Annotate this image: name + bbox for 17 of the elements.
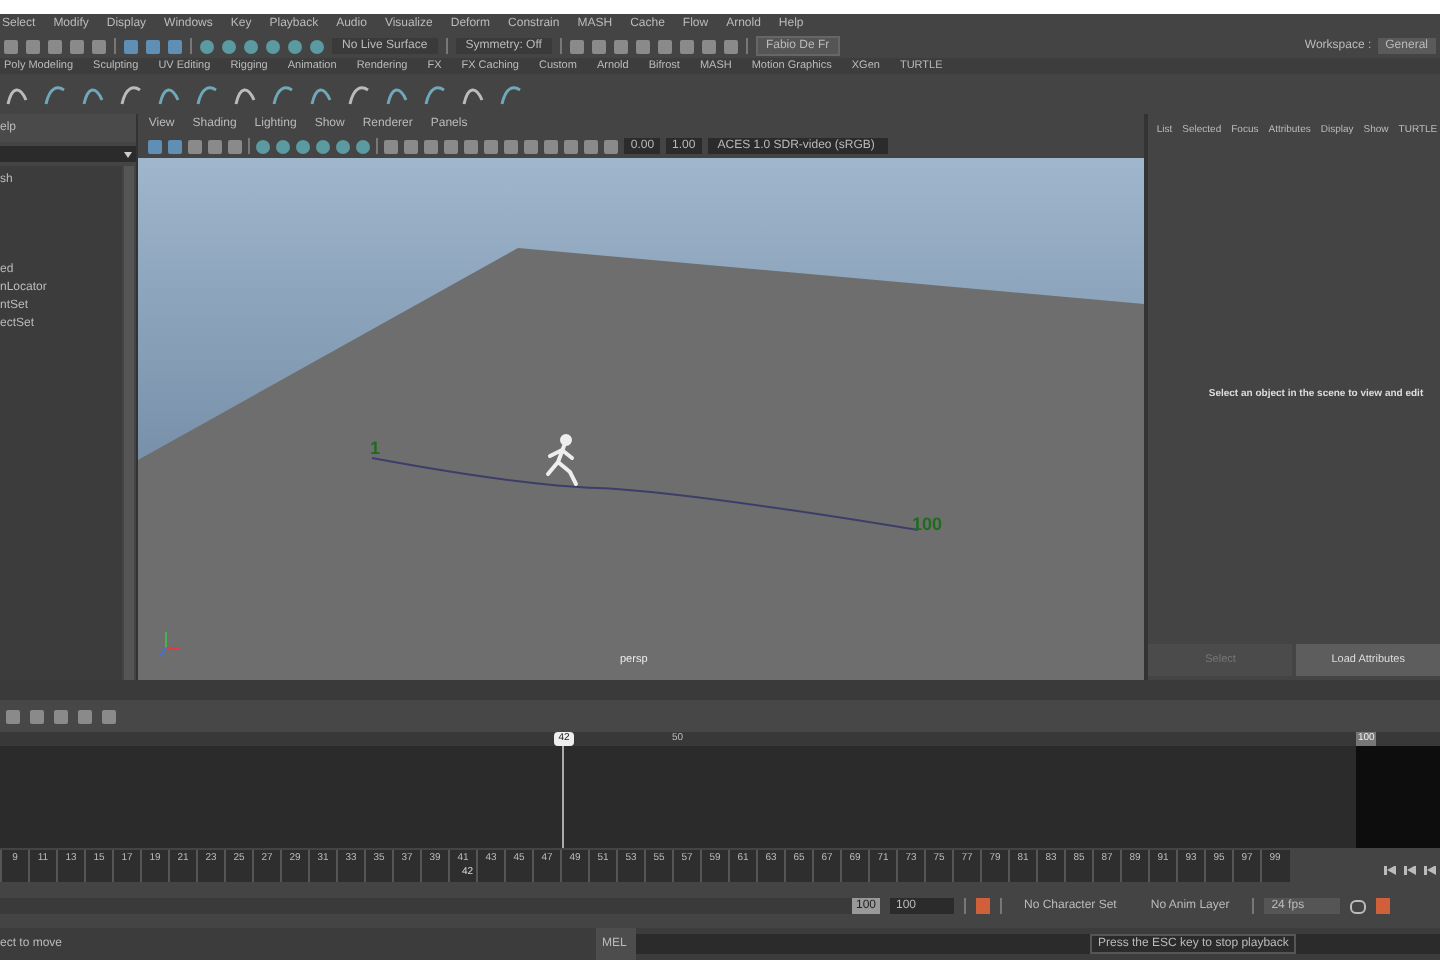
outliner-search-field[interactable] <box>0 146 137 162</box>
start-frame-marker: 1 <box>370 438 381 458</box>
curve-tool-icon[interactable] <box>498 81 524 107</box>
running-figure[interactable] <box>546 434 579 486</box>
axis-icon <box>159 631 182 657</box>
playhead-line <box>562 746 564 848</box>
loop-icon[interactable] <box>1349 899 1366 913</box>
out-of-range-area <box>1356 746 1440 848</box>
end-frame-marker: 100 <box>912 514 943 534</box>
curve-tool-icon[interactable] <box>346 81 372 107</box>
caret-icon[interactable] <box>124 151 133 157</box>
curve-tool-icon[interactable] <box>194 81 220 107</box>
curve-tool-icon[interactable] <box>42 81 68 107</box>
curve-tool-icon[interactable] <box>118 81 144 107</box>
curve-tool-icon[interactable] <box>270 81 296 107</box>
curve-tool-icon[interactable] <box>422 81 448 107</box>
scrollbar[interactable] <box>124 166 135 680</box>
